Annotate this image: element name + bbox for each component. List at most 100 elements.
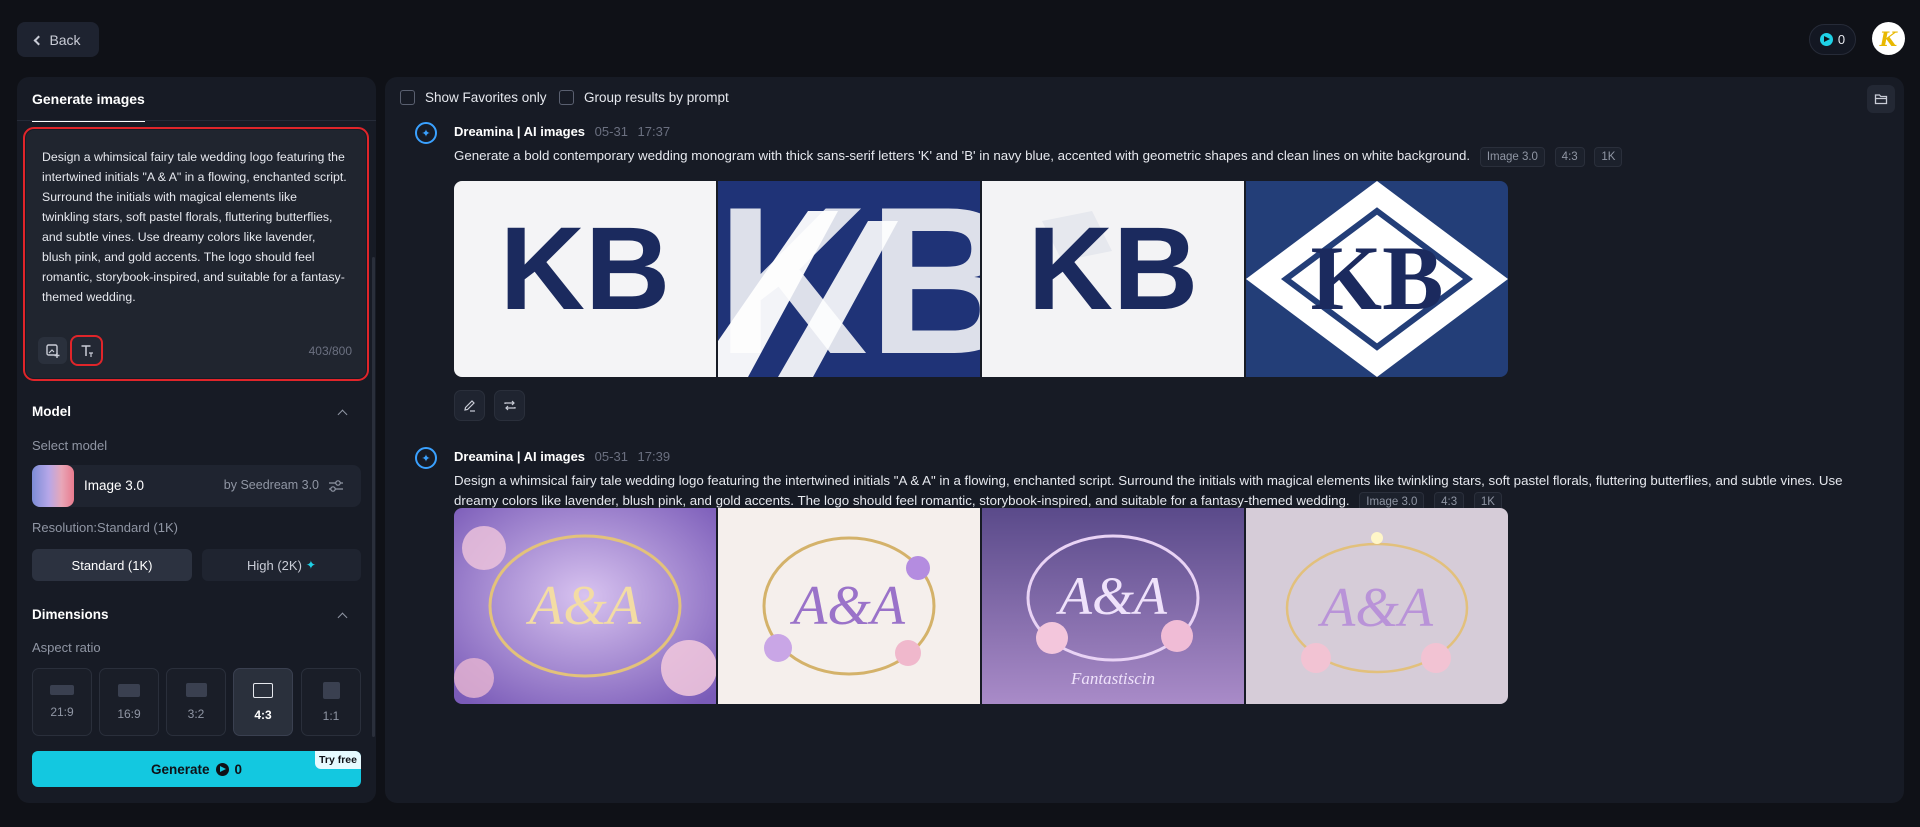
model-thumbnail <box>32 465 74 507</box>
pencil-icon <box>464 400 475 412</box>
generate-label: Generate <box>150 761 210 777</box>
prompt-input[interactable]: Design a whimsical fairy tale wedding lo… <box>42 147 347 307</box>
reference-image-button[interactable] <box>38 337 67 364</box>
group-label: Group results by prompt <box>584 90 729 105</box>
result-date: 05-31 <box>594 124 628 139</box>
ratio-3-2-shape <box>185 683 207 697</box>
result-source: Dreamina | AI images <box>454 124 586 139</box>
ratio-16-9-shape <box>118 683 140 697</box>
model-provider: by Seedream 3.0 <box>223 478 319 492</box>
generated-image[interactable]: KB <box>718 181 980 377</box>
generated-image[interactable]: A&A <box>454 508 716 704</box>
aa-image-2: A&A <box>718 508 980 704</box>
edit-button[interactable] <box>454 390 485 421</box>
regenerate-button[interactable] <box>494 390 525 421</box>
model-tag: Image 3.0 <box>1479 147 1545 167</box>
folder-icon <box>1874 94 1888 105</box>
text-style-button[interactable] <box>70 335 103 366</box>
text-icon <box>81 344 93 357</box>
back-label: Back <box>49 31 81 48</box>
credit-coin-icon <box>215 762 229 776</box>
credits-badge[interactable]: 0 <box>1809 24 1856 55</box>
chevron-up-icon[interactable] <box>337 409 348 420</box>
prompt-box[interactable]: Design a whimsical fairy tale wedding lo… <box>23 127 369 381</box>
sliders-icon[interactable] <box>328 478 344 494</box>
kb-monogram-text: KB <box>1311 227 1444 329</box>
result-group-kb: Dreamina | AI images 05-31 17:37 Generat… <box>415 122 1885 421</box>
credit-coin-icon <box>1819 33 1833 46</box>
kb-image-2: KB <box>718 181 980 377</box>
aspect-ratio-label: Aspect ratio <box>32 640 101 655</box>
resolution-standard-button[interactable]: Standard (1K) <box>32 549 192 581</box>
model-section-title: Model <box>32 404 71 419</box>
resolution-high-button[interactable]: High (2K) ✦ <box>202 549 361 581</box>
aa-monogram-text: A&A <box>1317 577 1434 639</box>
generated-image[interactable]: KB <box>982 181 1244 377</box>
image-reference-icon <box>45 343 59 358</box>
group-filter[interactable]: Group results by prompt <box>559 90 729 105</box>
panel-scrollbar[interactable] <box>372 257 375 737</box>
model-selector[interactable]: Image 3.0 by Seedream 3.0 <box>32 465 361 507</box>
tab-divider <box>17 120 376 121</box>
result-images: KB KB KB KB <box>454 181 1508 377</box>
generated-image[interactable]: A&A <box>1246 508 1508 704</box>
ratio-21-9-shape <box>50 685 74 695</box>
result-prompt[interactable]: Design a whimsical fairy tale wedding lo… <box>454 471 1874 512</box>
result-time: 17:37 <box>637 124 671 139</box>
group-checkbox[interactable] <box>559 90 574 105</box>
dimensions-section-title: Dimensions <box>32 607 109 622</box>
try-free-badge: Try free <box>315 751 361 769</box>
ratio-1-1-button[interactable]: 1:1 <box>301 668 361 736</box>
generate-button[interactable]: Generate 0 Try free <box>32 751 361 787</box>
chevron-left-icon <box>33 35 44 45</box>
kb-monogram-text: KB <box>1028 203 1198 335</box>
aa-monogram-text: A&A <box>1056 566 1168 626</box>
result-prompt[interactable]: Generate a bold contemporary wedding mon… <box>454 146 1874 167</box>
generated-image[interactable]: A&A Fantastiscin <box>982 508 1244 704</box>
result-group-aa: Dreamina | AI images 05-31 17:39 Design … <box>415 447 1885 777</box>
repeat-icon <box>503 400 516 411</box>
ratio-3-2-button[interactable]: 3:2 <box>166 668 226 736</box>
result-header: Dreamina | AI images 05-31 17:39 <box>454 449 670 464</box>
generated-image[interactable]: KB <box>454 181 716 377</box>
result-header: Dreamina | AI images 05-31 17:37 <box>454 124 670 139</box>
back-button[interactable]: Back <box>17 22 99 57</box>
dreamina-logo-icon <box>415 122 437 144</box>
select-model-label: Select model <box>32 438 108 453</box>
favorites-checkbox[interactable] <box>400 90 415 105</box>
credits-count: 0 <box>1837 32 1846 47</box>
chevron-up-icon[interactable] <box>337 612 348 623</box>
tab-generate-images[interactable]: Generate images <box>32 91 145 122</box>
generated-image[interactable]: KB <box>1246 181 1508 377</box>
ratio-tag: 4:3 <box>1554 147 1585 167</box>
favorites-filter[interactable]: Show Favorites only <box>400 90 547 105</box>
ratio-4-3-button[interactable]: 4:3 <box>233 668 293 736</box>
favorites-label: Show Favorites only <box>425 90 547 105</box>
generated-image[interactable]: A&A <box>718 508 980 704</box>
result-source: Dreamina | AI images <box>454 449 586 464</box>
aa-image-1: A&A <box>454 508 716 704</box>
ratio-21-9-button[interactable]: 21:9 <box>32 668 92 736</box>
result-prompt-text: Design a whimsical fairy tale wedding lo… <box>454 473 1843 508</box>
results-panel: Show Favorites only Group results by pro… <box>385 77 1904 803</box>
resolution-label: Resolution:Standard (1K) <box>32 520 178 535</box>
aa-image-3: A&A Fantastiscin <box>982 508 1244 704</box>
resolution-standard-label: Standard (1K) <box>71 557 153 573</box>
char-count: 403/800 <box>308 344 352 358</box>
image-caption: Fantastiscin <box>1070 669 1155 688</box>
avatar-letter: K <box>1879 26 1898 51</box>
aa-monogram-text: A&A <box>525 575 642 637</box>
dreamina-logo-icon <box>415 447 437 469</box>
generate-panel: Generate images Design a whimsical fairy… <box>17 77 376 803</box>
kb-monogram-text: KB <box>718 181 980 377</box>
result-images: A&A A&A A&A Fantastiscin A&A <box>454 508 1508 704</box>
aa-monogram-text: A&A <box>789 575 906 637</box>
folder-button[interactable] <box>1867 85 1895 113</box>
generate-cost: 0 <box>234 761 243 777</box>
ratio-label: 1:1 <box>322 708 340 723</box>
model-name: Image 3.0 <box>84 478 145 493</box>
ratio-16-9-button[interactable]: 16:9 <box>99 668 159 736</box>
aa-image-4: A&A <box>1246 508 1508 704</box>
result-date: 05-31 <box>594 449 628 464</box>
avatar[interactable]: K <box>1872 22 1905 55</box>
